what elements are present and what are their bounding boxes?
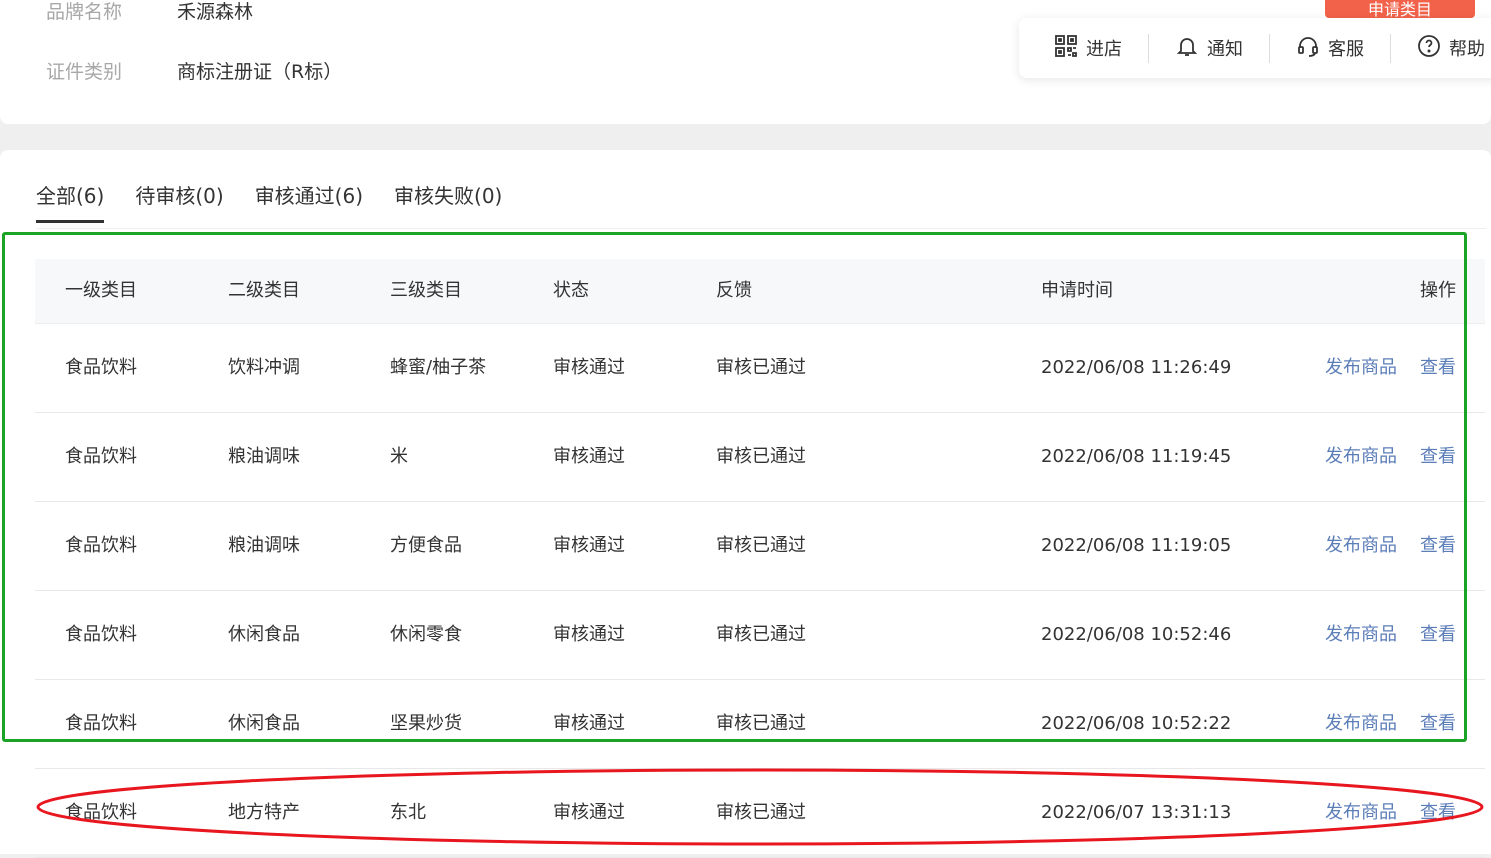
brand-info-card: 品牌名称 禾源森林 证件类别 商标注册证（R标） 申请类目 进店 通知 客服 帮… <box>0 0 1491 124</box>
view-link[interactable]: 查看 <box>1420 591 1456 679</box>
cell-feedback: 审核已通过 <box>716 535 806 556</box>
view-link[interactable]: 查看 <box>1420 324 1456 412</box>
customer-service-label: 客服 <box>1328 39 1364 60</box>
table-row: 食品饮料 粮油调味 方便食品 审核通过 审核已通过 2022/06/08 11:… <box>35 502 1485 591</box>
cell-level3: 方便食品 <box>390 535 462 556</box>
view-link[interactable]: 查看 <box>1420 413 1456 501</box>
cell-time: 2022/06/08 11:26:49 <box>1041 357 1232 378</box>
notify-label: 通知 <box>1207 39 1243 60</box>
cell-level1: 食品饮料 <box>65 713 137 734</box>
cell-level1: 食品饮料 <box>65 802 137 823</box>
cell-status: 审核通过 <box>553 535 625 556</box>
cell-feedback: 审核已通过 <box>716 713 806 734</box>
category-list-card: 全部(6) 待审核(0) 审核通过(6) 审核失败(0) 一级类目 二级类目 三… <box>0 150 1491 858</box>
cell-level3: 米 <box>390 446 408 467</box>
view-link[interactable]: 查看 <box>1420 769 1456 857</box>
cert-type-row: 证件类别 商标注册证（R标） <box>46 57 342 84</box>
qrcode-icon <box>1054 34 1078 63</box>
tab-approved[interactable]: 审核通过(6) <box>255 180 363 223</box>
question-circle-icon <box>1417 34 1441 63</box>
cell-time: 2022/06/08 11:19:45 <box>1041 446 1232 467</box>
cell-feedback: 审核已通过 <box>716 357 806 378</box>
cell-level1: 食品饮料 <box>65 446 137 467</box>
cell-status: 审核通过 <box>553 357 625 378</box>
cell-level2: 粮油调味 <box>228 535 300 556</box>
help-button[interactable]: 帮助 <box>1390 33 1491 63</box>
view-link[interactable]: 查看 <box>1420 680 1456 768</box>
publish-product-link[interactable]: 发布商品 <box>1325 502 1397 590</box>
cell-status: 审核通过 <box>553 624 625 645</box>
tab-rejected[interactable]: 审核失败(0) <box>394 180 502 223</box>
help-label: 帮助 <box>1449 39 1485 60</box>
category-table: 一级类目 二级类目 三级类目 状态 反馈 申请时间 操作 食品饮料 饮料冲调 蜂… <box>35 259 1485 858</box>
cell-status: 审核通过 <box>553 713 625 734</box>
publish-product-link[interactable]: 发布商品 <box>1325 769 1397 857</box>
cell-level3: 坚果炒货 <box>390 713 462 734</box>
publish-product-link[interactable]: 发布商品 <box>1325 413 1397 501</box>
cell-level1: 食品饮料 <box>65 357 137 378</box>
publish-product-link[interactable]: 发布商品 <box>1325 591 1397 679</box>
header-feedback: 反馈 <box>716 280 752 301</box>
header-level2: 二级类目 <box>228 280 300 301</box>
cell-time: 2022/06/08 11:19:05 <box>1041 535 1232 556</box>
brand-name-label: 品牌名称 <box>46 1 123 23</box>
apply-category-button[interactable]: 申请类目 <box>1325 0 1475 18</box>
bell-icon <box>1175 34 1199 63</box>
enter-store-button[interactable]: 进店 <box>1019 34 1148 63</box>
table-row: 食品饮料 粮油调味 米 审核通过 审核已通过 2022/06/08 11:19:… <box>35 413 1485 502</box>
header-level1: 一级类目 <box>65 280 137 301</box>
cell-level2: 粮油调味 <box>228 446 300 467</box>
header-level3: 三级类目 <box>390 280 462 301</box>
tab-pending[interactable]: 待审核(0) <box>135 180 223 223</box>
status-tabs: 全部(6) 待审核(0) 审核通过(6) 审核失败(0) <box>36 180 533 223</box>
table-row: 食品饮料 饮料冲调 蜂蜜/柚子茶 审核通过 审核已通过 2022/06/08 1… <box>35 324 1485 413</box>
header-action: 操作 <box>1420 280 1456 301</box>
cell-level3: 休闲零食 <box>390 624 462 645</box>
cell-level2: 休闲食品 <box>228 713 300 734</box>
table-row: 食品饮料 休闲食品 休闲零食 审核通过 审核已通过 2022/06/08 10:… <box>35 591 1485 680</box>
tab-all[interactable]: 全部(6) <box>36 180 105 223</box>
cell-time: 2022/06/08 10:52:46 <box>1041 624 1232 645</box>
cell-level3: 东北 <box>390 802 426 823</box>
enter-store-label: 进店 <box>1086 39 1122 60</box>
cell-feedback: 审核已通过 <box>716 624 806 645</box>
table-row: 食品饮料 地方特产 东北 审核通过 审核已通过 2022/06/07 13:31… <box>35 769 1485 858</box>
headset-icon <box>1296 34 1320 63</box>
publish-product-link[interactable]: 发布商品 <box>1325 680 1397 768</box>
cell-status: 审核通过 <box>553 446 625 467</box>
cell-level2: 地方特产 <box>228 802 300 823</box>
cell-feedback: 审核已通过 <box>716 446 806 467</box>
cell-level2: 休闲食品 <box>228 624 300 645</box>
cell-level1: 食品饮料 <box>65 624 137 645</box>
floating-toolbar: 进店 通知 客服 帮助 <box>1019 18 1491 78</box>
header-time: 申请时间 <box>1041 280 1113 301</box>
cell-level3: 蜂蜜/柚子茶 <box>390 357 487 378</box>
cert-type-label: 证件类别 <box>46 61 123 83</box>
cell-time: 2022/06/07 13:31:13 <box>1041 802 1232 823</box>
customer-service-button[interactable]: 客服 <box>1269 33 1390 63</box>
cell-feedback: 审核已通过 <box>716 802 806 823</box>
publish-product-link[interactable]: 发布商品 <box>1325 324 1397 412</box>
table-row: 食品饮料 休闲食品 坚果炒货 审核通过 审核已通过 2022/06/08 10:… <box>35 680 1485 769</box>
cell-status: 审核通过 <box>553 802 625 823</box>
cell-level2: 饮料冲调 <box>228 357 300 378</box>
view-link[interactable]: 查看 <box>1420 502 1456 590</box>
cell-level1: 食品饮料 <box>65 535 137 556</box>
table-header: 一级类目 二级类目 三级类目 状态 反馈 申请时间 操作 <box>35 259 1485 324</box>
cert-type-value: 商标注册证（R标） <box>177 61 343 83</box>
cell-time: 2022/06/08 10:52:22 <box>1041 713 1232 734</box>
brand-name-value: 禾源森林 <box>177 1 254 23</box>
brand-name-row: 品牌名称 禾源森林 <box>46 0 253 24</box>
notify-button[interactable]: 通知 <box>1148 33 1269 63</box>
tabs-divider <box>36 228 1486 229</box>
header-status: 状态 <box>553 280 589 301</box>
